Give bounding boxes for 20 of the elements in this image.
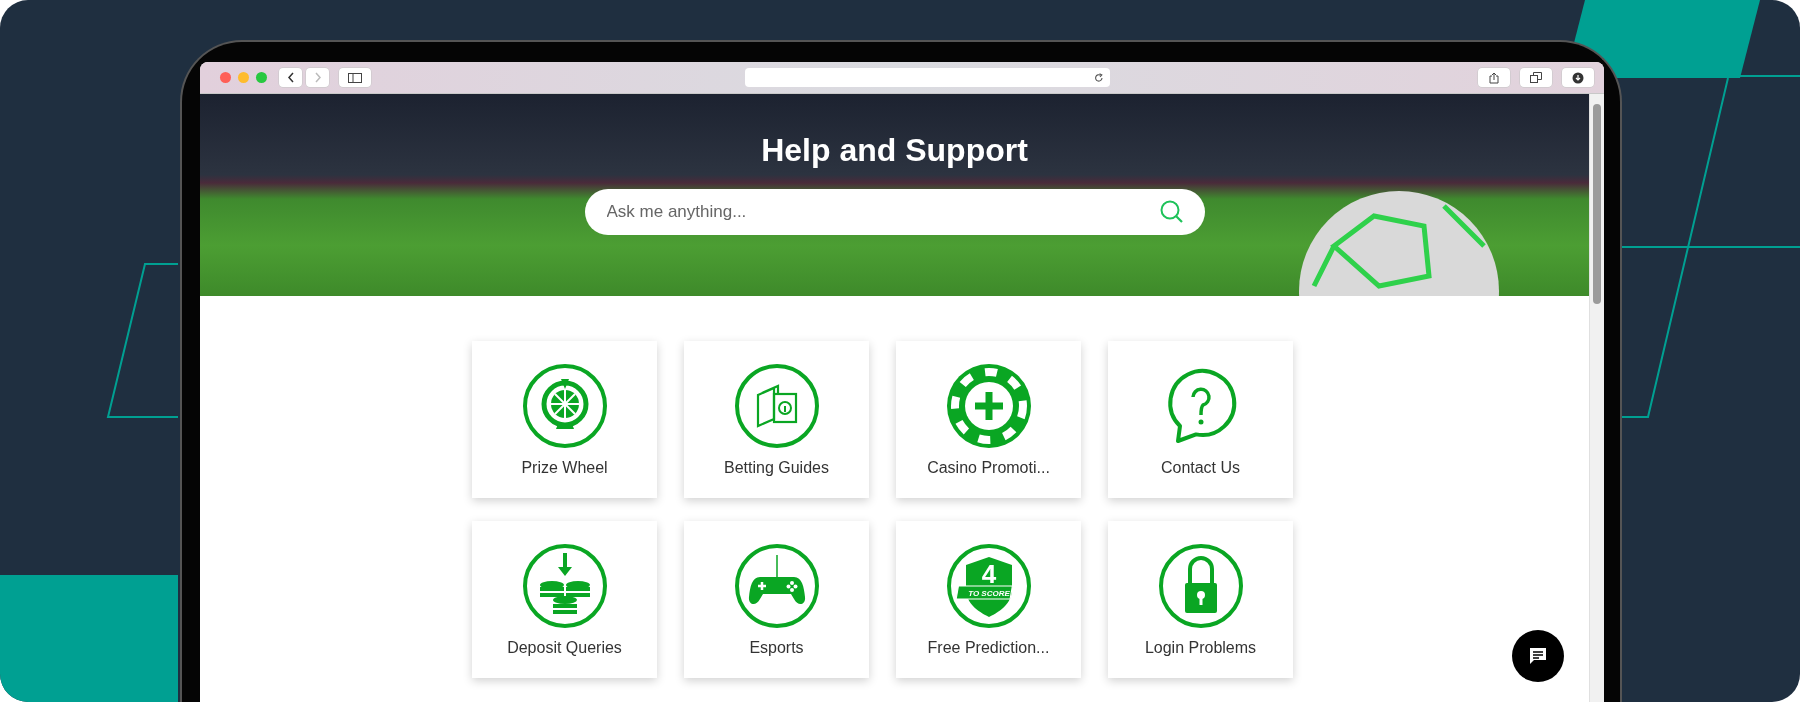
category-card[interactable]: Deposit Queries (472, 521, 657, 678)
category-card[interactable]: Casino Promoti... (896, 341, 1081, 498)
card-label: Prize Wheel (521, 459, 608, 477)
card-label: Login Problems (1144, 639, 1257, 657)
page-title: Help and Support (761, 132, 1028, 169)
card-label: Casino Promoti... (927, 459, 1050, 477)
category-card[interactable]: 4 TO SCORE Free Prediction... (896, 521, 1081, 678)
badge-text: TO SCORE (967, 589, 1010, 598)
search-field[interactable]: Ask me anything... (584, 189, 1205, 235)
category-card[interactable]: Contact Us (1108, 341, 1293, 498)
card-label: Betting Guides (724, 459, 829, 477)
card-label: Esports (749, 639, 804, 657)
category-card[interactable]: Prize Wheel (472, 341, 657, 498)
card-label: Free Prediction... (927, 639, 1050, 657)
category-card[interactable]: Login Problems (1108, 521, 1293, 678)
badge-number: 4 (981, 559, 996, 589)
category-card[interactable]: Betting Guides (684, 341, 869, 498)
card-label: Contact Us (1160, 459, 1241, 477)
category-card[interactable]: Esports (684, 521, 869, 678)
card-label: Deposit Queries (507, 639, 622, 657)
